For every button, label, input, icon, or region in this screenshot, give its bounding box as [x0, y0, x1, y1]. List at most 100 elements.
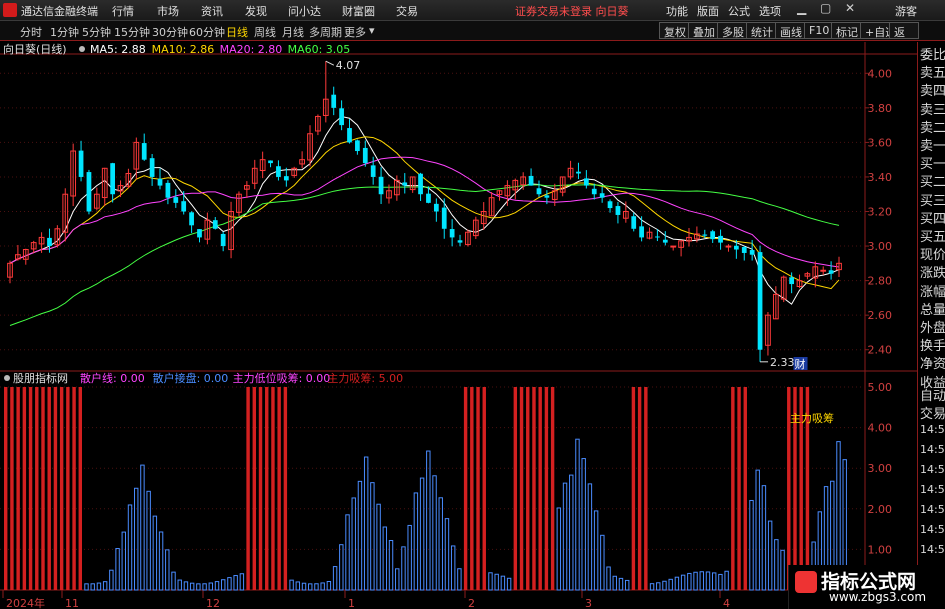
retail-bar [351, 497, 356, 591]
candle-body [583, 178, 589, 186]
tab-15min[interactable]: 15分钟 [114, 24, 150, 40]
candle-body [276, 166, 281, 177]
chart-area[interactable]: 4.00 3.80 3.60 3.40 3.20 3.00 2.80 2.60 2.40 向日葵(… [0, 42, 917, 609]
tab-5min[interactable]: 5分钟 [82, 24, 111, 40]
menu-options[interactable]: 选项 [759, 3, 781, 19]
retail-bar [165, 549, 170, 591]
watermark: 指标公式网 www.zbgs3.com [788, 565, 945, 609]
candle-body [670, 245, 677, 248]
tab-intraday[interactable]: 分时 [20, 24, 42, 40]
main-accumulation-bar [513, 387, 518, 590]
menu-wealth-circle[interactable]: 财富圈 [342, 3, 375, 19]
candle-body [47, 237, 52, 247]
retail-bar [221, 579, 226, 591]
chevron-down-icon[interactable]: ▾ [369, 24, 375, 37]
retail-bar [749, 499, 754, 591]
tab-more[interactable]: 更多 [344, 24, 366, 40]
ind-tick-label: 5.00 [868, 381, 893, 394]
tab-monthly[interactable]: 月线 [282, 24, 304, 40]
main-accumulation-bar [519, 387, 524, 590]
tick-time: 14:56 [920, 443, 945, 456]
candle-body [141, 143, 147, 160]
app-logo-icon [3, 3, 17, 17]
retail-bar [774, 539, 779, 591]
quote-field-label: 涨幅 [920, 284, 945, 300]
tab-60min[interactable]: 60分钟 [189, 24, 225, 40]
menu-functions[interactable]: 功能 [666, 3, 688, 19]
menu-wenxiaoda[interactable]: 问小达 [288, 3, 321, 19]
candle-body [749, 250, 755, 255]
multi-stock-button[interactable]: 多股 [717, 22, 749, 39]
retail-bar [158, 531, 164, 591]
indicator-legend-3: 主力吸筹: 5.00 [327, 371, 403, 385]
retail-bar [102, 581, 108, 591]
tab-1min[interactable]: 1分钟 [50, 24, 79, 40]
tab-multi-period[interactable]: 多周期 [309, 24, 342, 40]
menu-market[interactable]: 市场 [157, 3, 179, 19]
quote-field-label: 总量 [920, 302, 945, 318]
statistics-button[interactable]: 统计 [746, 22, 778, 39]
candle-body [733, 245, 739, 250]
main-accumulation-bar [277, 387, 281, 590]
retail-bar [494, 573, 499, 591]
kline-chart[interactable]: 4.00 3.80 3.60 3.40 3.20 3.00 2.80 2.60 2.40 向日葵(… [0, 42, 917, 609]
app-title: 通达信金融终端 [21, 5, 98, 18]
back-button[interactable]: 返回 [889, 22, 919, 39]
price-tick-label: 3.40 [868, 171, 893, 184]
indicator-settings-icon [4, 375, 10, 381]
retail-bar [214, 581, 220, 591]
menu-trade[interactable]: 交易 [396, 3, 418, 19]
main-accumulation-bar [538, 387, 542, 590]
menu-layout[interactable]: 版面 [697, 3, 719, 19]
mark-button[interactable]: 标记 [831, 22, 863, 39]
main-accumulation-bar [644, 387, 648, 590]
main-accumulation-bar [66, 387, 70, 590]
adjust-rights-button[interactable]: 复权 [659, 22, 691, 39]
candle-body [370, 165, 376, 177]
menu-formula[interactable]: 公式 [728, 3, 750, 19]
tick-time: 14:56 [920, 463, 945, 476]
menu-news[interactable]: 资讯 [201, 3, 223, 19]
main-accumulation-bar [78, 387, 82, 590]
draw-line-button[interactable]: 画线 [775, 22, 807, 39]
quote-field-label: 外盘 [920, 321, 945, 336]
guest-user[interactable]: 游客 [895, 3, 917, 19]
maximize-icon[interactable]: ▢ [820, 1, 831, 15]
tab-weekly[interactable]: 周线 [254, 24, 276, 40]
tab-30min[interactable]: 30分钟 [152, 24, 188, 40]
retail-bar [301, 582, 307, 591]
main-accumulation-bar [743, 387, 747, 590]
candle-body [283, 176, 289, 181]
candle-body [402, 182, 408, 186]
retail-bar [761, 485, 767, 591]
main-accumulation-annotation: 主力吸筹 [790, 411, 834, 425]
quote-field-label: 卖一 [920, 139, 945, 154]
main-accumulation-bar [59, 387, 64, 590]
period-toolbar: 分时 1分钟 5分钟 15分钟 30分钟 60分钟 日线 周线 月线 多周期 更… [0, 21, 945, 41]
main-accumulation-bar [550, 387, 555, 590]
watermark-url: www.zbgs3.com [829, 590, 927, 604]
auto-trade-label[interactable]: 交易 [920, 403, 945, 422]
ma-legend-2: MA20: 2.80 [220, 43, 283, 56]
retail-bar [780, 549, 785, 591]
overlay-button[interactable]: 叠加 [688, 22, 720, 39]
trade-login-warning[interactable]: 证券交易未登录 向日葵 [515, 3, 629, 19]
menu-quotes[interactable]: 行情 [112, 3, 134, 19]
retail-bar [662, 580, 667, 591]
retail-bar [587, 483, 593, 591]
candle-body [86, 172, 92, 212]
menu-discover[interactable]: 发现 [245, 3, 267, 19]
main-accumulation-bar [53, 387, 58, 590]
candle-body [189, 212, 194, 226]
retail-bar [363, 456, 369, 591]
tab-daily[interactable]: 日线 [226, 24, 248, 40]
main-accumulation-bar [463, 387, 468, 590]
minimize-icon[interactable]: ▁ [797, 1, 806, 15]
f10-button[interactable]: F10 [804, 22, 835, 39]
retail-bar [127, 504, 133, 591]
retail-bar [109, 569, 114, 591]
auto-trade-label[interactable]: 自动 [920, 385, 945, 404]
retail-bar [457, 568, 462, 591]
close-icon[interactable]: ✕ [845, 1, 855, 15]
retail-bar [339, 544, 344, 591]
